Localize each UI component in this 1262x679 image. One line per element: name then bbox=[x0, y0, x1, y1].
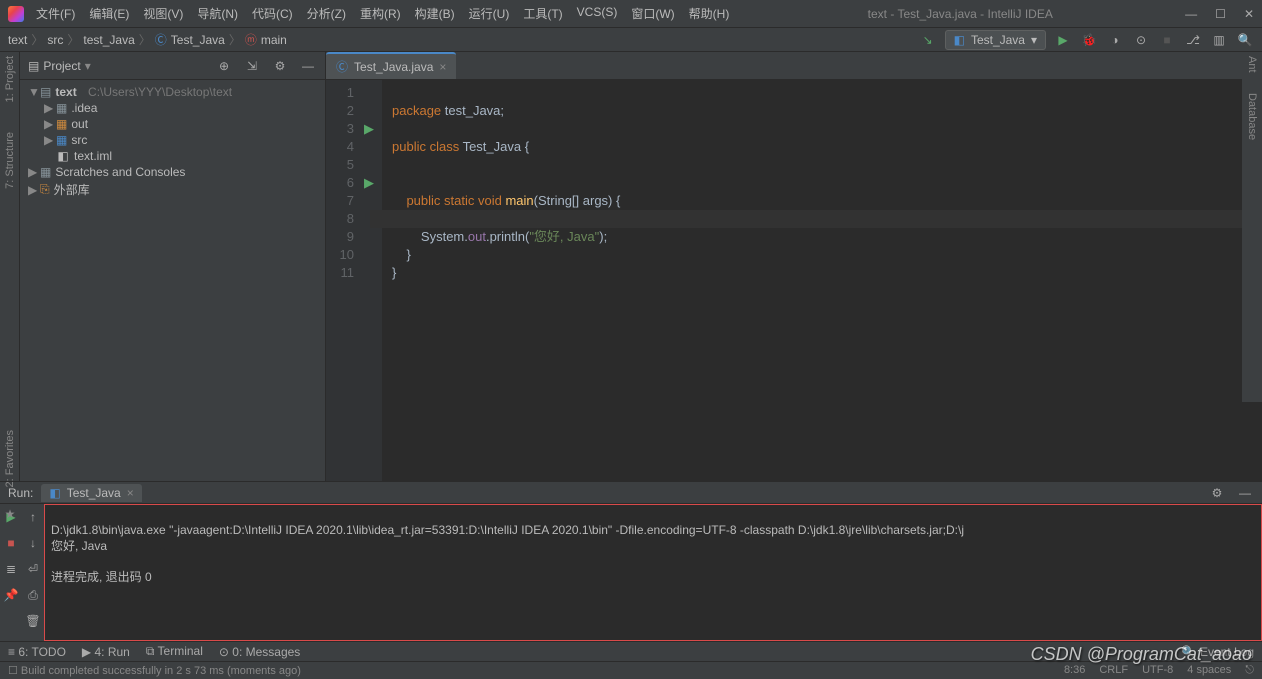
up-icon[interactable]: ↑ bbox=[24, 508, 42, 526]
titlebar: 文件(F) 编辑(E) 视图(V) 导航(N) 代码(C) 分析(Z) 重构(R… bbox=[0, 0, 1262, 28]
menu-view[interactable]: 视图(V) bbox=[137, 3, 189, 24]
main-menu: 文件(F) 编辑(E) 视图(V) 导航(N) 代码(C) 分析(Z) 重构(R… bbox=[30, 3, 735, 24]
menu-window[interactable]: 窗口(W) bbox=[625, 3, 680, 24]
editor-tab[interactable]: Ⓒ Test_Java.java × bbox=[326, 52, 456, 79]
fav-rail: 2: Favorites ★ bbox=[0, 430, 20, 521]
tab-todo[interactable]: ≡ 6: TODO bbox=[8, 645, 66, 659]
status-msg: ☐ Build completed successfully in 2 s 73… bbox=[8, 664, 301, 677]
layout-icon[interactable]: ≣ bbox=[2, 560, 20, 578]
soft-wrap-icon[interactable]: ⏎ bbox=[24, 560, 42, 578]
gear-icon[interactable]: ⚙ bbox=[1208, 484, 1226, 502]
crumb-text[interactable]: text bbox=[8, 33, 27, 47]
select-opened-icon[interactable]: ⊕ bbox=[215, 57, 233, 75]
menu-file[interactable]: 文件(F) bbox=[30, 3, 81, 24]
right-tool-rail: Ant Database bbox=[1242, 52, 1262, 402]
menu-code[interactable]: 代码(C) bbox=[246, 3, 299, 24]
crumb-pkg[interactable]: test_Java bbox=[83, 33, 134, 47]
project-tree: ▼▤ text C:\Users\YYY\Desktop\text ▶▦.ide… bbox=[20, 80, 325, 203]
gutter: 12 ▶3 45 ▶6 7891011 bbox=[326, 80, 370, 481]
console-output[interactable]: D:\jdk1.8\bin\java.exe "-javaagent:D:\In… bbox=[44, 504, 1262, 641]
profiler-icon[interactable]: ⊙ bbox=[1132, 31, 1150, 49]
run-config-combo[interactable]: ◧ Test_Java ▾ bbox=[945, 30, 1046, 50]
breadcrumb: text〉 src〉 test_Java〉 ⒸTest_Java〉 ⓜmain bbox=[8, 31, 287, 48]
run-tab[interactable]: ◧Test_Java× bbox=[41, 484, 141, 502]
star-icon[interactable]: ★ bbox=[5, 507, 16, 521]
git-icon[interactable]: ⎇ bbox=[1184, 31, 1202, 49]
tree-scratches[interactable]: ▶▦Scratches and Consoles bbox=[20, 164, 325, 180]
gear-icon[interactable]: ⚙ bbox=[271, 57, 289, 75]
tree-iml[interactable]: ◧text.iml bbox=[20, 148, 325, 164]
crumb-src[interactable]: src bbox=[47, 33, 63, 47]
pin-icon[interactable]: 📌 bbox=[2, 586, 20, 604]
print-icon[interactable]: ⎙ bbox=[24, 586, 42, 604]
tab-terminal[interactable]: ⧉ Terminal bbox=[146, 644, 203, 659]
coverage-icon[interactable]: ◑ bbox=[1106, 31, 1124, 49]
expand-all-icon[interactable]: ⇲ bbox=[243, 57, 261, 75]
status-encoding[interactable]: UTF-8 bbox=[1142, 664, 1173, 677]
debug-icon[interactable]: 🐞 bbox=[1080, 31, 1098, 49]
rail-favorites[interactable]: 2: Favorites bbox=[4, 430, 16, 487]
app-icon bbox=[8, 6, 24, 22]
chevron-down-icon: ▾ bbox=[1031, 33, 1037, 47]
crumb-class[interactable]: Test_Java bbox=[171, 33, 225, 47]
rail-ant[interactable]: Ant bbox=[1246, 56, 1258, 73]
tab-label: Test_Java.java bbox=[354, 60, 433, 74]
hide-icon[interactable]: — bbox=[1236, 484, 1254, 502]
crumb-method[interactable]: main bbox=[261, 33, 287, 47]
project-panel: ▤ Project ▾ ⊕ ⇲ ⚙ — ▼▤ text C:\Users\YYY\… bbox=[20, 52, 326, 481]
menu-edit[interactable]: 编辑(E) bbox=[83, 3, 135, 24]
tab-close-icon[interactable]: × bbox=[439, 60, 446, 74]
menu-navigate[interactable]: 导航(N) bbox=[191, 3, 244, 24]
run-gutter-icon[interactable]: ▶ bbox=[364, 174, 374, 192]
tree-root[interactable]: ▼▤ text C:\Users\YYY\Desktop\text bbox=[20, 84, 325, 100]
menu-refactor[interactable]: 重构(R) bbox=[354, 3, 407, 24]
tree-idea[interactable]: ▶▦.idea bbox=[20, 100, 325, 116]
down-icon[interactable]: ↓ bbox=[24, 534, 42, 552]
minimize-icon[interactable]: — bbox=[1185, 7, 1197, 21]
menu-run[interactable]: 运行(U) bbox=[463, 3, 516, 24]
status-lock-icon[interactable]: ⎋ bbox=[1245, 664, 1254, 677]
rail-structure[interactable]: 7: Structure bbox=[4, 132, 16, 189]
tab-run[interactable]: ▶ 4: Run bbox=[82, 645, 130, 659]
editor-area: Ⓒ Test_Java.java × 12 ▶3 45 ▶6 7891011 ✓… bbox=[326, 52, 1262, 481]
status-caret[interactable]: 8:36 bbox=[1064, 664, 1085, 677]
status-line-sep[interactable]: CRLF bbox=[1099, 664, 1128, 677]
project-title: Project bbox=[43, 59, 80, 73]
menu-vcs[interactable]: VCS(S) bbox=[571, 3, 624, 24]
tree-external-libs[interactable]: ▶⎘外部库 bbox=[20, 180, 325, 199]
stop-icon[interactable]: ■ bbox=[2, 534, 20, 552]
menu-build[interactable]: 构建(B) bbox=[409, 3, 461, 24]
chevron-down-icon[interactable]: ▾ bbox=[85, 59, 91, 73]
run-panel: Run: ◧Test_Java× ⚙ — ▶ ■ ≣ 📌 ↑ ↓ ⏎ ⎙ 🗑 D… bbox=[0, 481, 1262, 641]
close-icon[interactable]: ✕ bbox=[1244, 7, 1254, 21]
status-indent[interactable]: 4 spaces bbox=[1187, 664, 1231, 677]
maximize-icon[interactable]: ☐ bbox=[1215, 7, 1226, 21]
run-gutter-icon[interactable]: ▶ bbox=[364, 120, 374, 138]
stop-icon[interactable]: ■ bbox=[1158, 31, 1176, 49]
run-icon[interactable]: ▶ bbox=[1054, 31, 1072, 49]
tab-messages[interactable]: ⊙ 0: Messages bbox=[219, 645, 300, 659]
left-tool-rail: 1: Project 7: Structure bbox=[0, 52, 20, 481]
watermark: CSDN @ProgramCat_aoao bbox=[1031, 644, 1252, 665]
rail-project[interactable]: 1: Project bbox=[4, 56, 16, 102]
menu-help[interactable]: 帮助(H) bbox=[683, 3, 736, 24]
project-structure-icon[interactable]: ▥ bbox=[1210, 31, 1228, 49]
build-hammer-icon[interactable]: ↘ bbox=[919, 31, 937, 49]
menu-tools[interactable]: 工具(T) bbox=[517, 3, 568, 24]
trash-icon[interactable]: 🗑 bbox=[24, 612, 42, 630]
folder-icon: ▤ bbox=[28, 59, 39, 73]
tree-out[interactable]: ▶▦out bbox=[20, 116, 325, 132]
menu-analyze[interactable]: 分析(Z) bbox=[301, 3, 352, 24]
window-title: text - Test_Java.java - IntelliJ IDEA bbox=[735, 7, 1185, 21]
rail-database[interactable]: Database bbox=[1246, 93, 1258, 140]
tree-src[interactable]: ▶▦src bbox=[20, 132, 325, 148]
search-everywhere-icon[interactable]: 🔍 bbox=[1236, 31, 1254, 49]
navbar: text〉 src〉 test_Java〉 ⒸTest_Java〉 ⓜmain … bbox=[0, 28, 1262, 52]
code-editor[interactable]: 12 ▶3 45 ▶6 7891011 ✓package test_Java; … bbox=[326, 80, 1262, 481]
hide-icon[interactable]: — bbox=[299, 57, 317, 75]
